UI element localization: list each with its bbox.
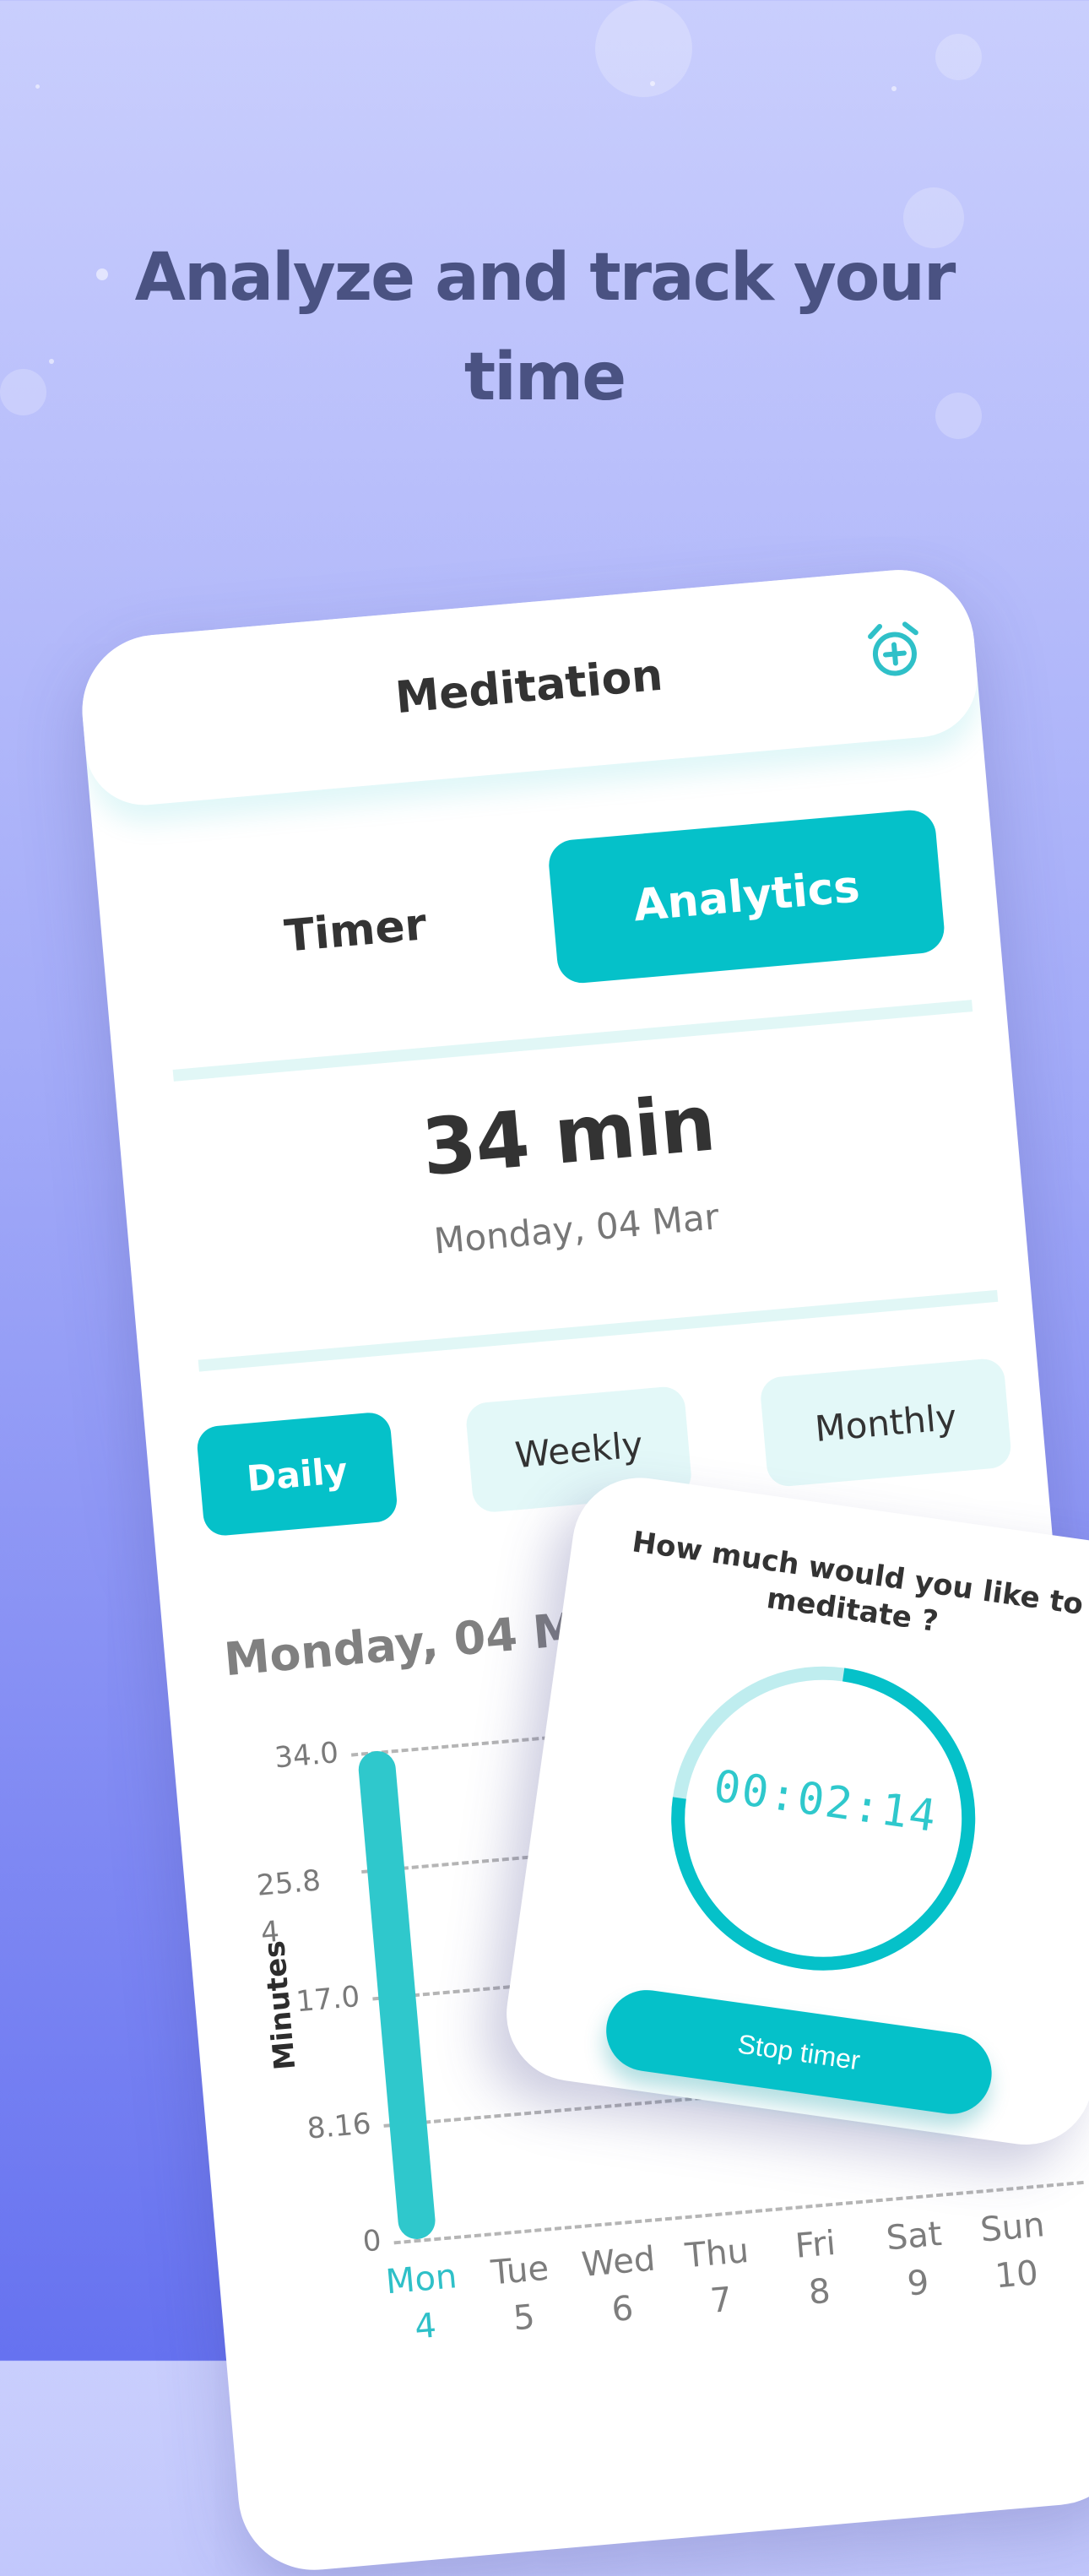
bg-bubble xyxy=(935,34,982,80)
x-tick-date: 10 xyxy=(993,2253,1040,2297)
y-tick-label: 34.0 xyxy=(273,1735,340,1776)
divider xyxy=(198,1289,999,1372)
period-daily-button[interactable]: Daily xyxy=(195,1411,399,1537)
headline-line-2: time xyxy=(463,339,626,415)
period-monthly-button[interactable]: Monthly xyxy=(759,1357,1013,1489)
y-tick-label: 17.0 xyxy=(294,1979,361,2020)
bg-dot xyxy=(35,84,40,89)
bg-bubble xyxy=(595,0,692,97)
alarm-add-icon[interactable] xyxy=(863,619,927,683)
x-tick-date: 6 xyxy=(610,2289,636,2330)
y-tick-label: 8.16 xyxy=(306,2107,373,2146)
headline-line-1: Analyze and track your xyxy=(134,240,956,316)
bg-dot xyxy=(650,81,655,86)
y-tick-label: 0 xyxy=(361,2223,383,2259)
view-tabs: Timer Analytics xyxy=(97,804,1001,1025)
app-title: Meditation xyxy=(393,649,665,724)
x-tick-date: 4 xyxy=(413,2306,438,2347)
x-tick-date: 8 xyxy=(807,2271,832,2313)
tab-timer[interactable]: Timer xyxy=(156,843,555,1019)
bg-dot xyxy=(891,86,897,91)
x-tick-label[interactable]: Sun 10 xyxy=(956,2199,1073,2303)
timer-popup: How much would you like to meditate ? 00… xyxy=(497,1469,1089,2154)
app-header: Meditation xyxy=(76,563,983,811)
x-tick-date: 9 xyxy=(905,2263,931,2304)
y-tick-label: 25.84 xyxy=(255,1863,322,1950)
headline: Analyze and track your time xyxy=(0,228,1089,427)
x-tick-date: 5 xyxy=(512,2297,537,2339)
tab-analytics[interactable]: Analytics xyxy=(546,808,946,985)
x-tick-date: 7 xyxy=(708,2280,734,2321)
